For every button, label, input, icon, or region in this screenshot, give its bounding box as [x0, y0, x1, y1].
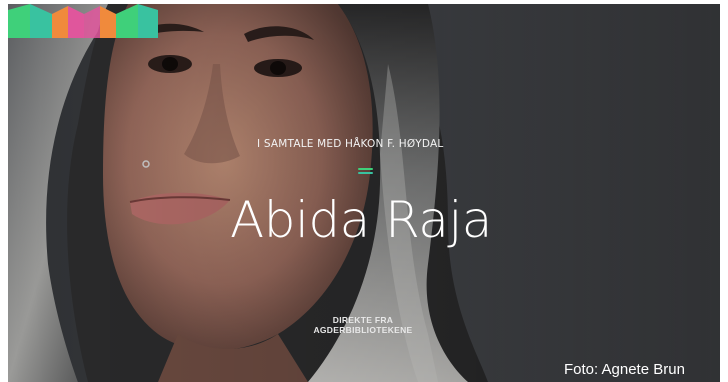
page: I SAMTALE MED HÅKON F. HØYDAL Abida Raja…	[0, 0, 728, 382]
portrait-illustration	[8, 4, 720, 382]
portrait-photo: I SAMTALE MED HÅKON F. HØYDAL Abida Raja…	[8, 4, 720, 382]
